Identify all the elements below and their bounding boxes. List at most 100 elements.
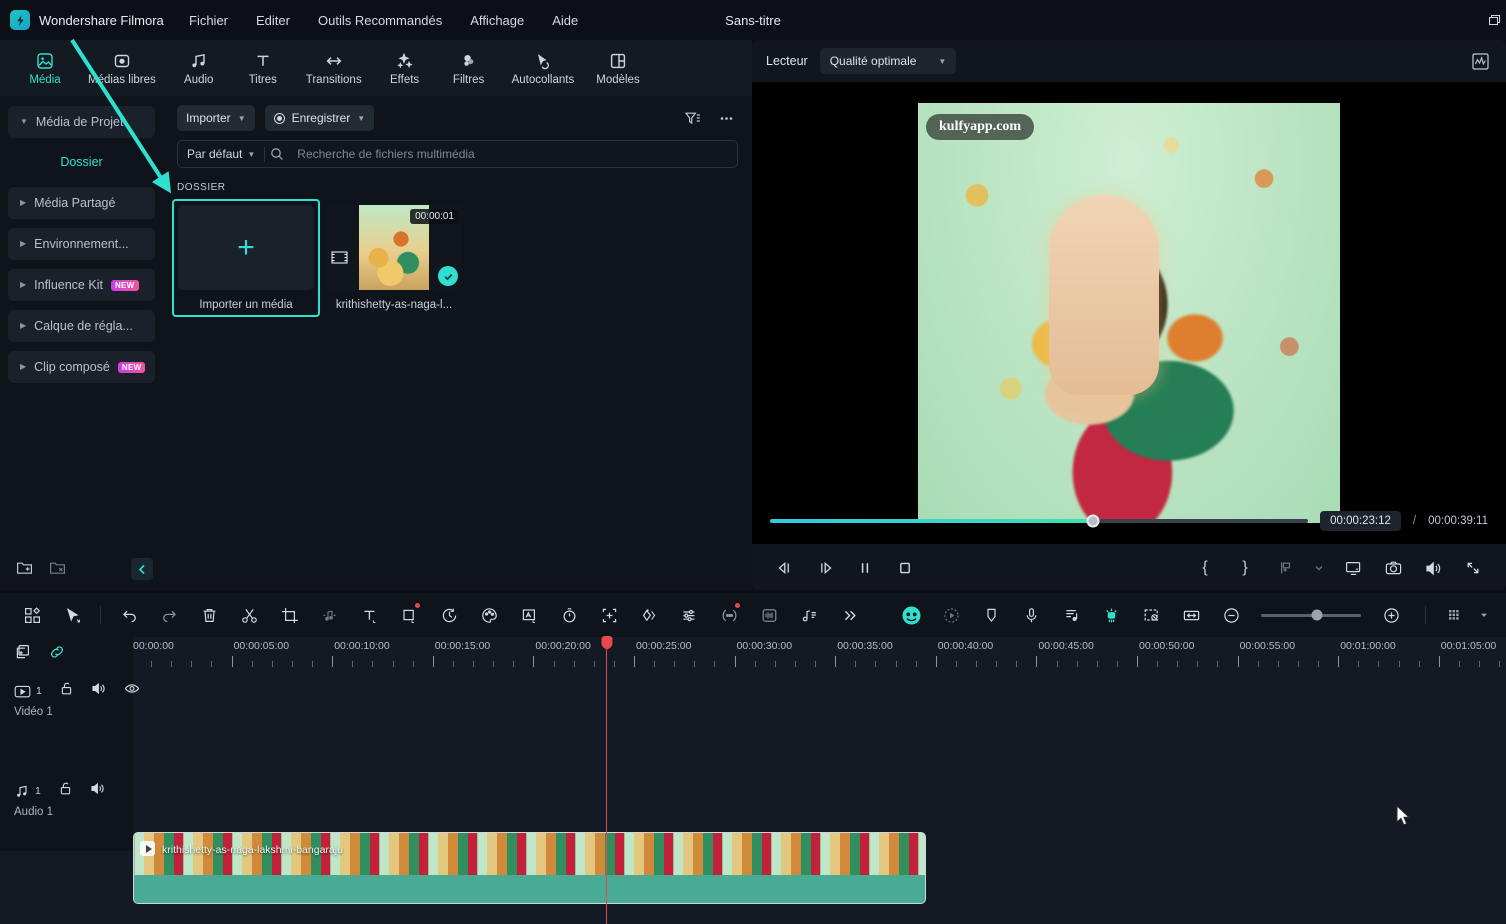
tab-modeles[interactable]: Modèles (590, 49, 645, 88)
clip-thumbnail[interactable]: 00:00:01 (326, 205, 462, 290)
plus-circle-icon[interactable] (1371, 595, 1411, 635)
smart-circle-icon[interactable] (891, 595, 931, 635)
tab-audio[interactable]: Audio (172, 49, 226, 88)
quality-select[interactable]: Qualité optimale ▼ (819, 48, 957, 74)
media-cell-clip[interactable]: 00:00:01 krithishetty-as-naga-l... (320, 199, 468, 317)
add-marker-icon[interactable] (1272, 555, 1298, 581)
timeline-playhead[interactable] (606, 671, 607, 924)
tab-media[interactable]: Média (18, 49, 72, 88)
add-track-icon[interactable] (14, 643, 32, 666)
brace-close-icon[interactable]: } (1232, 555, 1258, 581)
new-folder-icon[interactable] (16, 559, 33, 581)
sidebar-item-environnement[interactable]: ▶ Environnement... (8, 228, 155, 260)
render-grid-icon[interactable] (1434, 595, 1474, 635)
filter-icon[interactable] (680, 106, 704, 130)
redo-icon[interactable] (149, 595, 189, 635)
marker-shield-icon[interactable] (971, 595, 1011, 635)
tab-filtres[interactable]: Filtres (442, 49, 496, 88)
menu-aide[interactable]: Aide (538, 7, 592, 34)
step-back-icon[interactable] (772, 555, 798, 581)
import-button[interactable]: Importer ▼ (177, 105, 255, 131)
square-keyframe-icon[interactable] (389, 595, 429, 635)
screen-record-icon[interactable] (1131, 595, 1171, 635)
beat-sync-icon[interactable] (1051, 595, 1091, 635)
sidebar-item-clip-compose[interactable]: ▶ Clip composé NEW (8, 351, 155, 383)
mute-icon[interactable] (90, 781, 106, 801)
audio-wave-icon[interactable] (749, 595, 789, 635)
sidebar-item-influence-kit[interactable]: ▶ Influence Kit NEW (8, 269, 155, 301)
trash-icon[interactable] (189, 595, 229, 635)
timeline-ruler-scale[interactable]: 00:00:00 00:00:05:00 00:00:10:00 00:00:15:0… (133, 637, 1506, 671)
fit-width-icon[interactable] (1171, 595, 1211, 635)
delete-folder-icon[interactable] (49, 559, 66, 581)
cursor-icon[interactable] (52, 595, 92, 635)
brace-open-icon[interactable]: { (1192, 555, 1218, 581)
sidebar-item-media-partage[interactable]: ▶ Média Partagé (8, 187, 155, 219)
camera-icon[interactable] (1380, 555, 1406, 581)
stopwatch-icon[interactable] (549, 595, 589, 635)
lock-icon[interactable] (58, 781, 73, 801)
audio-mix-icon[interactable] (789, 595, 829, 635)
seek-slider[interactable] (770, 514, 1309, 528)
import-thumbnail[interactable]: + (178, 205, 314, 290)
record-button[interactable]: Enregistrer ▼ (264, 105, 375, 131)
chevrons-right-icon[interactable] (829, 595, 869, 635)
green-screen-icon[interactable] (1091, 595, 1131, 635)
speed-clock-icon[interactable] (429, 595, 469, 635)
text-icon[interactable] (349, 595, 389, 635)
link-icon[interactable] (48, 643, 66, 666)
window-restore-icon[interactable] (1482, 0, 1506, 40)
menu-fichier[interactable]: Fichier (175, 7, 242, 34)
playhead-handle[interactable] (601, 636, 612, 649)
add-frame-icon[interactable] (589, 595, 629, 635)
waveform-icon[interactable] (1468, 49, 1492, 73)
sidebar-item-calque-de-reglage[interactable]: ▶ Calque de régla... (8, 310, 155, 342)
audio-split-icon[interactable] (309, 595, 349, 635)
collapse-panel-icon[interactable] (131, 558, 153, 580)
ai-dots-icon[interactable] (709, 595, 749, 635)
zoom-slider-handle[interactable] (1311, 609, 1323, 621)
seek-handle[interactable] (1086, 514, 1100, 528)
animation-icon[interactable] (629, 595, 669, 635)
tab-autocollants[interactable]: Autocollants (506, 49, 581, 88)
step-forward-icon[interactable] (812, 555, 838, 581)
timeline-playhead-ruler[interactable] (601, 636, 612, 671)
sort-select[interactable]: Par défaut ▼ (178, 147, 264, 161)
speaker-icon[interactable] (1420, 555, 1446, 581)
menu-affichage[interactable]: Affichage (456, 7, 538, 34)
search-box[interactable]: Par défaut ▼ (177, 140, 738, 168)
chevron-down-icon[interactable] (1474, 595, 1494, 635)
chevron-down-icon[interactable] (1312, 555, 1326, 581)
color-palette-icon[interactable] (469, 595, 509, 635)
expand-icon[interactable] (1460, 555, 1486, 581)
mute-icon[interactable] (91, 681, 107, 701)
media-cell-import[interactable]: + Importer un média (172, 199, 320, 317)
menu-outils-recommandes[interactable]: Outils Recommandés (304, 7, 456, 34)
sidebar-subitem-dossier[interactable]: Dossier (0, 147, 163, 177)
lock-icon[interactable] (59, 681, 74, 701)
stop-icon[interactable] (892, 555, 918, 581)
sliders-icon[interactable] (669, 595, 709, 635)
monitor-icon[interactable] (1340, 555, 1366, 581)
microphone-icon[interactable] (1011, 595, 1051, 635)
current-time[interactable]: 00:00:23:12 (1320, 511, 1401, 531)
more-options-icon[interactable] (714, 106, 738, 130)
eye-icon[interactable] (124, 681, 140, 701)
menu-editer[interactable]: Editer (242, 7, 304, 34)
mask-icon[interactable] (509, 595, 549, 635)
pause-icon[interactable] (852, 555, 878, 581)
sidebar-item-media-de-projet[interactable]: ▼ Média de Projet (8, 106, 155, 138)
crop-icon[interactable] (269, 595, 309, 635)
motion-track-icon[interactable] (931, 595, 971, 635)
tab-effets[interactable]: Effets (378, 49, 432, 88)
tab-transitions[interactable]: Transitions (300, 49, 368, 88)
grid-layout-icon[interactable] (12, 595, 52, 635)
video-frame[interactable]: kulfyapp.com (918, 103, 1340, 523)
search-input[interactable] (289, 147, 737, 161)
zoom-slider[interactable] (1261, 609, 1361, 621)
scissors-icon[interactable] (229, 595, 269, 635)
tab-medias-libres[interactable]: Médias libres (82, 49, 162, 88)
undo-icon[interactable] (109, 595, 149, 635)
tab-titres[interactable]: Titres (236, 49, 290, 88)
timeline-clip-video[interactable]: krithishetty-as-naga-lakshmi-bangaraju (133, 832, 926, 904)
